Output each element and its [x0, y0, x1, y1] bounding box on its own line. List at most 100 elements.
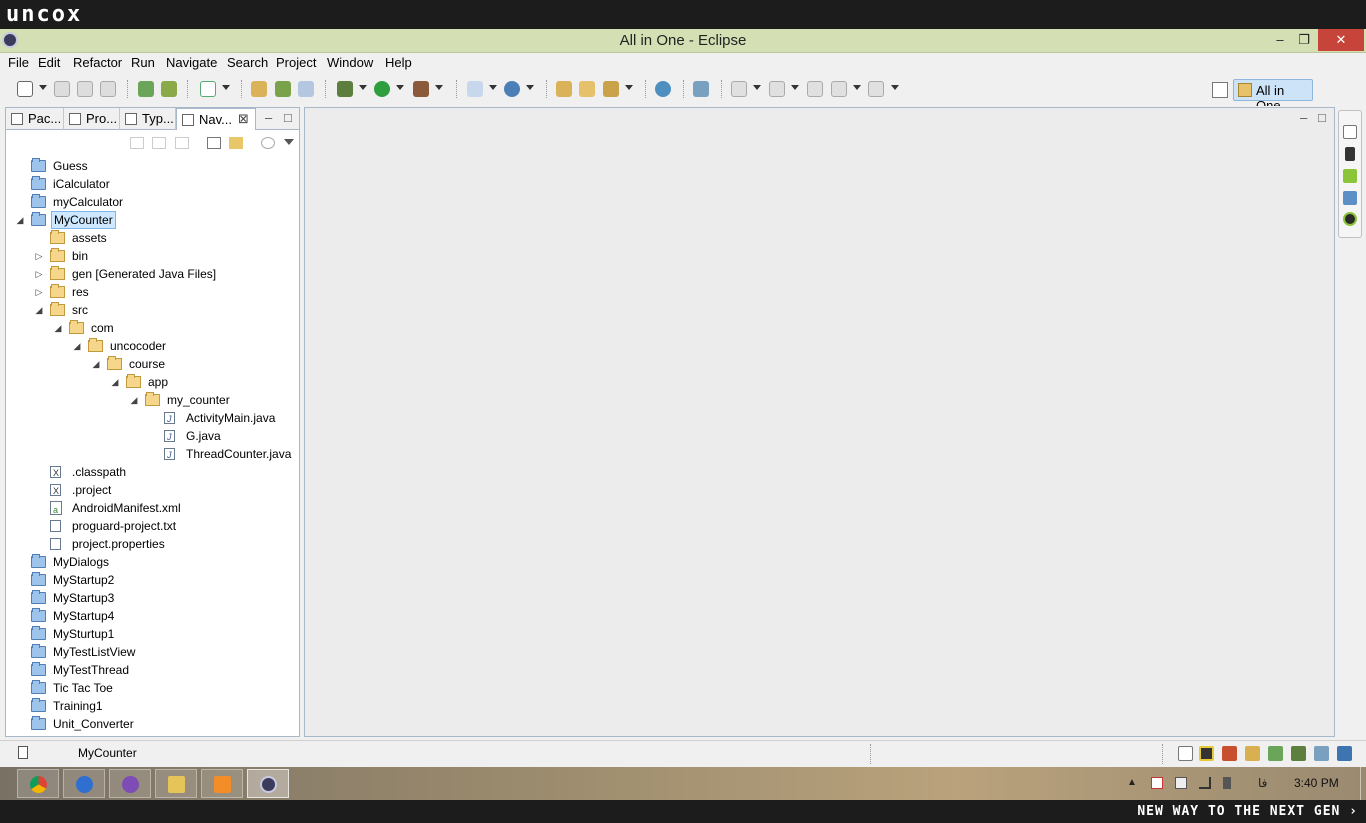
forward-dropdown-caret[interactable]: [891, 85, 899, 90]
next-annotation-icon[interactable]: [731, 81, 747, 97]
debug-dropdown-caret[interactable]: [359, 85, 367, 90]
last-edit-location-icon[interactable]: [807, 81, 823, 97]
show-desktop-button[interactable]: [1360, 767, 1366, 800]
android-sdk-manager-icon[interactable]: [138, 81, 154, 97]
expand-arrow-icon[interactable]: ▷: [34, 283, 44, 301]
collapse-arrow-icon[interactable]: ◢: [110, 373, 120, 391]
collapse-arrow-icon[interactable]: ◢: [91, 355, 101, 373]
tasks-icon[interactable]: [1314, 746, 1329, 761]
call-hierarchy-icon[interactable]: [1268, 746, 1283, 761]
nav-forward-icon[interactable]: [152, 137, 166, 149]
restore-icon[interactable]: [1178, 746, 1193, 761]
expand-arrow-icon[interactable]: ▷: [34, 247, 44, 265]
tab-package-explorer[interactable]: Pac...: [6, 108, 64, 130]
taskbar-viber[interactable]: [109, 769, 151, 798]
open-type-icon[interactable]: [556, 81, 572, 97]
run-dropdown-caret[interactable]: [396, 85, 404, 90]
forward-icon[interactable]: [868, 81, 884, 97]
volume-icon[interactable]: [1223, 777, 1231, 789]
fast-view-icon[interactable]: [18, 746, 28, 759]
search-view-icon[interactable]: [1245, 746, 1260, 761]
back-dropdown-caret[interactable]: [853, 85, 861, 90]
collapse-all-icon[interactable]: [207, 137, 221, 149]
new-java-class-icon[interactable]: [504, 81, 520, 97]
close-tab-icon[interactable]: ⊠: [238, 111, 249, 127]
menu-edit[interactable]: Edit: [38, 55, 60, 70]
new-dropdown-caret[interactable]: [39, 85, 47, 90]
editor-maximize-button[interactable]: □: [1318, 110, 1326, 125]
expand-arrow-icon[interactable]: ▷: [34, 265, 44, 283]
collapse-arrow-icon[interactable]: ◢: [129, 391, 139, 409]
close-button[interactable]: ✕: [1318, 29, 1364, 51]
nav-up-icon[interactable]: [175, 137, 189, 149]
tab-project-explorer[interactable]: Pro...: [64, 108, 120, 130]
show-hidden-icons[interactable]: ▲: [1127, 777, 1137, 788]
external-tools-icon[interactable]: [413, 81, 429, 97]
new-java-class-dropdown-caret[interactable]: [526, 85, 534, 90]
search-tool-dropdown-caret[interactable]: [625, 85, 633, 90]
nav-back-icon[interactable]: [130, 137, 144, 149]
previous-annotation-icon[interactable]: [769, 81, 785, 97]
menu-refactor[interactable]: Refactor: [73, 55, 122, 70]
menu-search[interactable]: Search: [227, 55, 268, 70]
focus-icon[interactable]: [261, 137, 275, 149]
system-clock[interactable]: 3:40 PM: [1294, 776, 1339, 790]
tab-type-hierarchy[interactable]: Typ...: [120, 108, 176, 130]
problems-icon[interactable]: [1222, 746, 1237, 761]
device-icon[interactable]: [1345, 147, 1355, 161]
ddms-icon[interactable]: [1343, 212, 1357, 226]
new-java-package-dropdown-caret[interactable]: [489, 85, 497, 90]
lint-dropdown-caret[interactable]: [222, 85, 230, 90]
taskbar-media-player[interactable]: [201, 769, 243, 798]
new-android-xml-icon[interactable]: [298, 81, 314, 97]
menu-help[interactable]: Help: [385, 55, 412, 70]
menu-run[interactable]: Run: [131, 55, 155, 70]
android-icon[interactable]: [1343, 169, 1357, 183]
save-all-icon[interactable]: [77, 81, 93, 97]
taskbar-file-explorer[interactable]: [155, 769, 197, 798]
next-annotation-dropdown-caret[interactable]: [753, 85, 761, 90]
previous-annotation-dropdown-caret[interactable]: [791, 85, 799, 90]
view-maximize-button[interactable]: □: [284, 110, 292, 125]
restore-icon[interactable]: [1343, 125, 1357, 139]
open-task-icon[interactable]: [579, 81, 595, 97]
run-icon[interactable]: [374, 81, 390, 97]
taskbar-eclipse[interactable]: [247, 769, 289, 798]
debug-icon[interactable]: [337, 81, 353, 97]
menu-navigate[interactable]: Navigate: [166, 55, 217, 70]
editor-minimize-button[interactable]: –: [1300, 110, 1307, 125]
new-java-package-icon[interactable]: [467, 81, 483, 97]
search-tool-icon[interactable]: [603, 81, 619, 97]
taskbar-itunes[interactable]: [63, 769, 105, 798]
network-icon[interactable]: [1199, 777, 1211, 789]
collapse-arrow-icon[interactable]: ◢: [53, 319, 63, 337]
lint-check-icon[interactable]: [200, 81, 216, 97]
link-with-editor-icon[interactable]: [229, 137, 243, 149]
perspective-switcher[interactable]: All in One: [1233, 79, 1313, 113]
save-icon[interactable]: [54, 81, 70, 97]
web-browser-icon[interactable]: [655, 81, 671, 97]
view-menu-icon[interactable]: [284, 139, 294, 145]
menu-project[interactable]: Project: [276, 55, 316, 70]
taskbar-chrome[interactable]: [17, 769, 59, 798]
maximize-button[interactable]: ❐: [1290, 29, 1318, 51]
collapse-arrow-icon[interactable]: ◢: [34, 301, 44, 319]
new-android-project-icon[interactable]: [251, 81, 267, 97]
action-center-icon[interactable]: [1151, 777, 1163, 789]
menu-window[interactable]: Window: [327, 55, 373, 70]
new-icon[interactable]: [17, 81, 33, 97]
collapse-arrow-icon[interactable]: ◢: [72, 337, 82, 355]
open-perspective-icon[interactable]: [1212, 82, 1228, 98]
connect-device-icon[interactable]: [693, 81, 709, 97]
collapse-arrow-icon[interactable]: ◢: [15, 211, 25, 229]
menu-file[interactable]: File: [8, 55, 29, 70]
console-icon[interactable]: [1199, 746, 1214, 761]
external-tools-dropdown-caret[interactable]: [435, 85, 443, 90]
input-language-indicator[interactable]: فا: [1258, 776, 1267, 790]
print-icon[interactable]: [100, 81, 116, 97]
back-icon[interactable]: [831, 81, 847, 97]
logcat-icon[interactable]: [1337, 746, 1352, 761]
new-android-test-project-icon[interactable]: [275, 81, 291, 97]
outline-icon[interactable]: [1343, 191, 1357, 205]
battery-icon[interactable]: [1175, 777, 1187, 789]
